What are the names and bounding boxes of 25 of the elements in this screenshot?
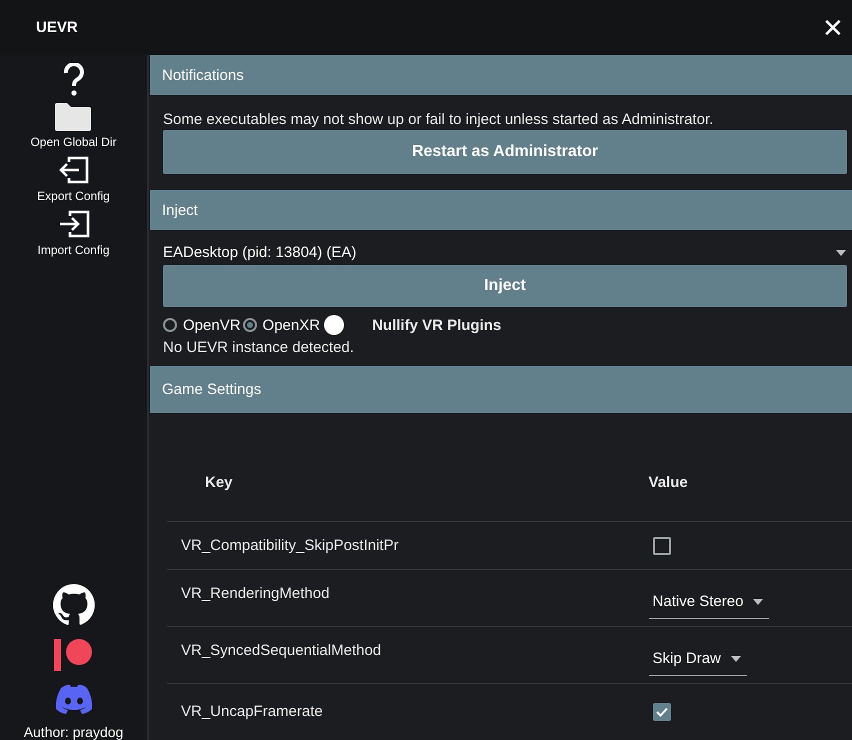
setting-key: VR_SyncedSequentialMethod (181, 642, 457, 668)
app-title: UEVR (36, 19, 78, 36)
section-header: Game Settings (150, 366, 852, 413)
author-label: Author: praydog (24, 724, 124, 740)
nullify-label: Nullify VR Plugins (372, 316, 502, 334)
process-dropdown[interactable]: EADesktop (pid: 13804) (EA) (150, 230, 852, 265)
setting-key: VR_RenderingMethod (181, 584, 457, 612)
sidebar-button[interactable]: Import Config (37, 209, 110, 257)
runtime-radio[interactable]: OpenXR (242, 316, 320, 334)
inject-button[interactable]: Inject (163, 265, 847, 307)
section-header: Inject (150, 190, 852, 230)
column-header: Value (648, 474, 688, 490)
close-button[interactable]: ✕ (816, 14, 850, 40)
setting-key: VR_UncapFramerate (181, 703, 457, 720)
status-text: No UEVR instance detected. (162, 338, 355, 358)
notification-message: Some executables may not show up or fail to inject unless started as Administrator. (162, 110, 714, 130)
sidebar-button[interactable]: Export Config (37, 155, 110, 203)
section-header: Notifications (150, 55, 852, 95)
column-header: Key (205, 474, 233, 490)
setting-key: VR_Compatibility_SkipPostInitPr (181, 537, 457, 554)
setting-dropdown[interactable]: Skip Draw (648, 636, 747, 676)
restart-button[interactable]: Restart as Administrator (163, 130, 847, 174)
runtime-radio[interactable]: OpenVR (163, 316, 241, 334)
setting-dropdown[interactable]: Native Stereo (648, 579, 770, 619)
sidebar-button[interactable]: Open Global Dir (30, 103, 117, 149)
